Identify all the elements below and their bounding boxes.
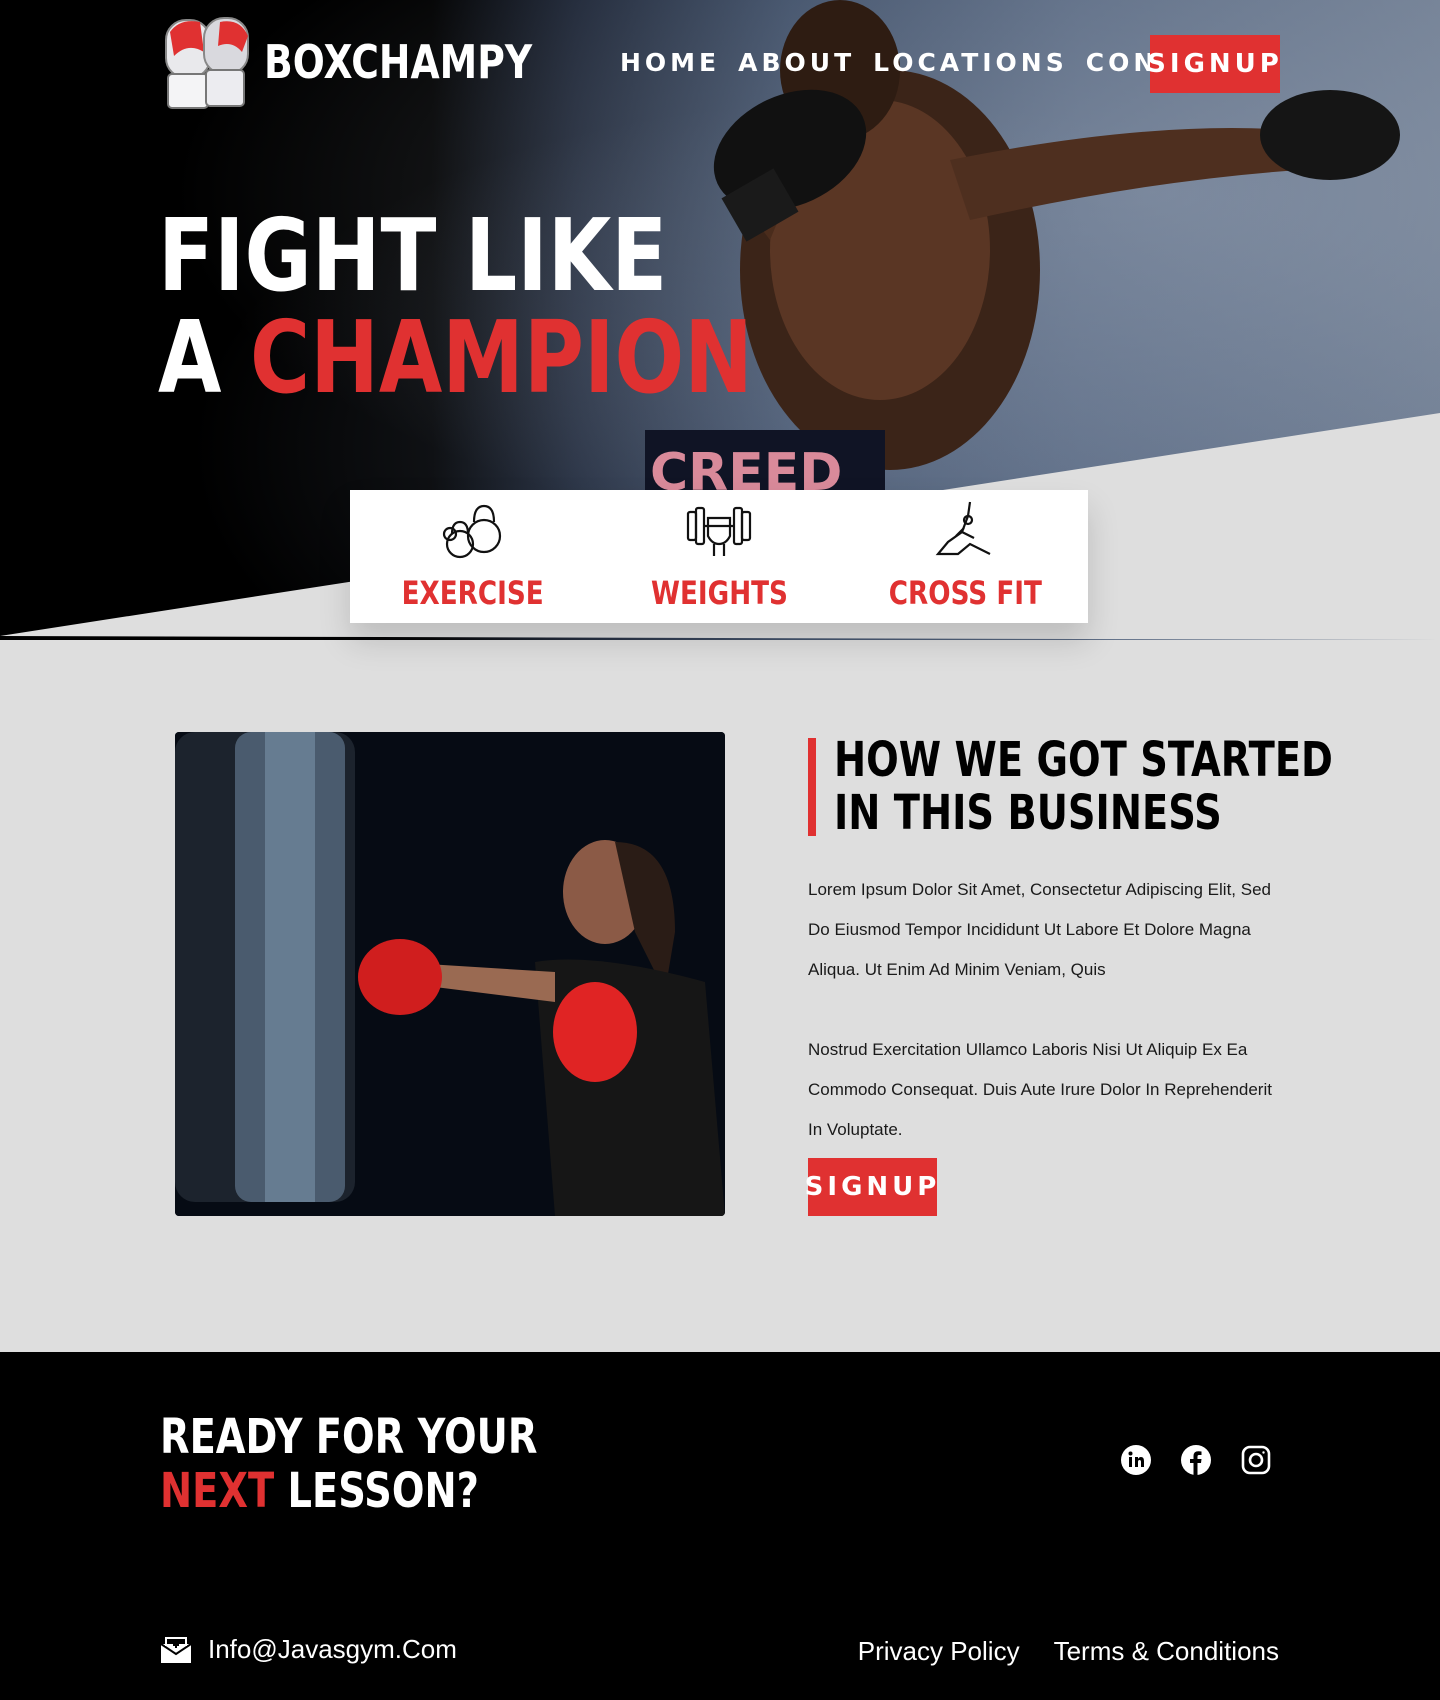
nav-home[interactable]: HOME	[620, 48, 720, 77]
footer-contact: Info@Javasgym.Com	[160, 1634, 457, 1665]
footer-email[interactable]: Info@Javasgym.Com	[208, 1634, 457, 1665]
dumbbell-fist-icon	[686, 506, 752, 556]
headline-highlight: CHAMPION	[250, 299, 753, 416]
about-text: Lorem Ipsum Dolor Sit Amet, Consectetur …	[808, 870, 1278, 1150]
about-title-line1: HOW WE GOT STARTED	[834, 732, 1333, 788]
hero-headline: FIGHT LIKE A CHAMPION	[158, 205, 753, 409]
linkedin-icon[interactable]	[1120, 1444, 1152, 1476]
header-signup-button[interactable]: SIGNUP	[1147, 35, 1280, 93]
about-title: HOW WE GOT STARTED IN THIS BUSINESS	[808, 734, 1440, 840]
privacy-policy-link[interactable]: Privacy Policy	[858, 1636, 1020, 1667]
terms-conditions-link[interactable]: Terms & Conditions	[1054, 1636, 1279, 1667]
boxing-gloves-icon	[165, 17, 249, 109]
cta-line1: READY FOR YOUR	[160, 1409, 538, 1465]
about-paragraph-2: Nostrud Exercitation Ullamco Laboris Nis…	[808, 1040, 1272, 1139]
social-links	[1120, 1444, 1272, 1476]
instagram-icon[interactable]	[1240, 1444, 1272, 1476]
feature-label: CROSS FIT	[888, 574, 1042, 612]
woman-boxer-image	[175, 732, 725, 1216]
cta-rest: LESSON?	[274, 1463, 479, 1519]
about-image	[175, 732, 725, 1216]
brand-name: BOXCHAMPY	[264, 35, 533, 89]
headline-line1: FIGHT LIKE	[158, 197, 668, 314]
facebook-icon[interactable]	[1180, 1444, 1212, 1476]
kettlebell-icon	[442, 504, 502, 559]
headline-line2-prefix: A	[158, 299, 251, 416]
nav-locations[interactable]: LOCATIONS	[873, 48, 1068, 77]
about-signup-button[interactable]: SIGNUP	[805, 1158, 937, 1216]
yoga-stretch-icon	[935, 501, 991, 556]
feature-crossfit[interactable]: CROSS FIT	[842, 490, 1088, 623]
mail-icon	[160, 1636, 192, 1663]
about-title-line2: IN THIS BUSINESS	[834, 785, 1222, 841]
feature-exercise[interactable]: EXERCISE	[350, 490, 596, 623]
feature-weights[interactable]: WEIGHTS	[596, 490, 842, 623]
footer: READY FOR YOUR NEXT LESSON? Info@Javasgy…	[0, 1352, 1440, 1700]
nav-about[interactable]: ABOUT	[738, 48, 855, 77]
feature-label: WEIGHTS	[650, 574, 788, 612]
cta-highlight: NEXT	[160, 1463, 275, 1519]
brand-logo[interactable]: BOXCHAMPY	[160, 12, 591, 112]
features-card: EXERCISE WEIGHTS CROSS FIT	[350, 490, 1088, 623]
feature-label: EXERCISE	[401, 574, 545, 612]
footer-cta: READY FOR YOUR NEXT LESSON?	[160, 1410, 537, 1518]
about-paragraph-1: Lorem Ipsum Dolor Sit Amet, Consectetur …	[808, 880, 1271, 979]
footer-links: Privacy Policy Terms & Conditions	[858, 1636, 1279, 1667]
